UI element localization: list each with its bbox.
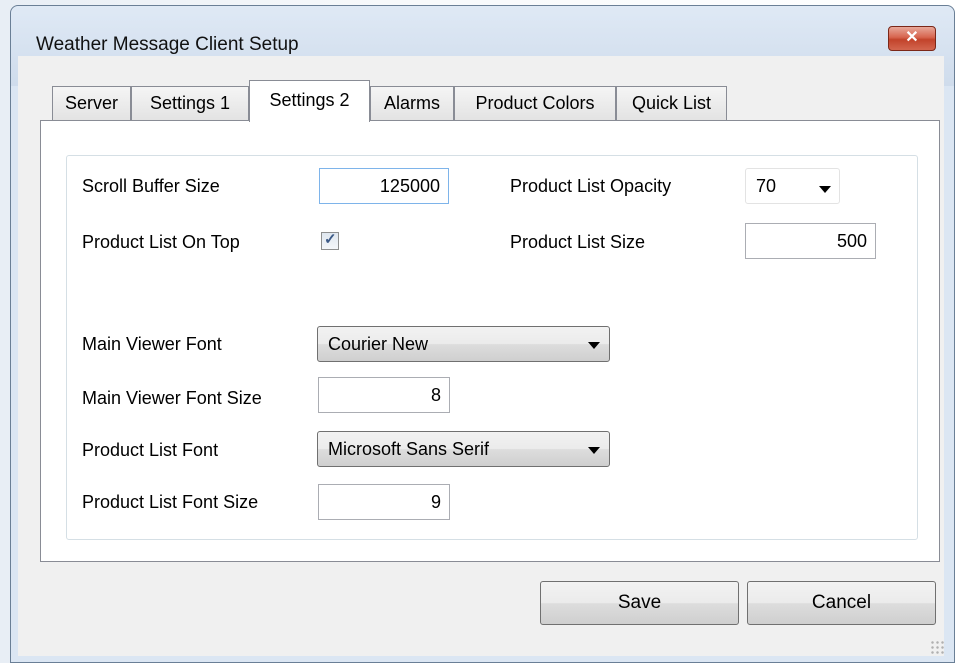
main-viewer-font-label: Main Viewer Font — [82, 334, 222, 354]
chevron-down-icon — [588, 447, 600, 454]
cancel-button[interactable]: Cancel — [747, 581, 936, 625]
tab-settings-1[interactable]: Settings 1 — [131, 86, 249, 120]
product-list-size-input[interactable]: 500 — [745, 223, 876, 259]
scroll-buffer-size-label: Scroll Buffer Size — [82, 176, 220, 196]
main-viewer-font-size-input[interactable]: 8 — [318, 377, 450, 413]
close-button[interactable]: ✕ — [888, 26, 936, 51]
tab-quick-list[interactable]: Quick List — [616, 86, 727, 120]
tab-server[interactable]: Server — [52, 86, 131, 120]
checkmark-icon: ✓ — [324, 231, 337, 248]
main-viewer-font-dropdown[interactable]: Courier New — [317, 326, 610, 362]
save-button[interactable]: Save — [540, 581, 739, 625]
product-list-font-size-input[interactable]: 9 — [318, 484, 450, 520]
product-list-on-top-checkbox[interactable]: ✓ — [321, 231, 339, 250]
product-list-size-label: Product List Size — [510, 232, 646, 252]
main-viewer-font-size-label: Main Viewer Font Size — [82, 388, 262, 408]
tab-product-colors[interactable]: Product Colors — [454, 86, 616, 120]
product-list-font-value: Microsoft Sans Serif — [328, 439, 490, 459]
resize-grip-icon[interactable] — [930, 640, 946, 656]
window-title: Weather Message Client Setup — [36, 34, 299, 55]
product-list-font-size-label: Product List Font Size — [82, 492, 259, 512]
chevron-down-icon — [588, 342, 600, 349]
product-list-on-top-label: Product List On Top — [82, 232, 240, 252]
product-list-font-dropdown[interactable]: Microsoft Sans Serif — [317, 431, 610, 467]
main-viewer-font-value: Courier New — [328, 334, 429, 354]
product-list-opacity-value: 70 — [756, 176, 777, 196]
product-list-opacity-label: Product List Opacity — [510, 176, 672, 196]
close-icon: ✕ — [905, 29, 919, 46]
tab-alarms[interactable]: Alarms — [370, 86, 454, 120]
product-list-font-label: Product List Font — [82, 440, 219, 460]
chevron-down-icon — [819, 186, 831, 193]
scroll-buffer-size-input[interactable]: 125000 — [319, 168, 449, 204]
tab-settings-2[interactable]: Settings 2 — [249, 80, 370, 122]
